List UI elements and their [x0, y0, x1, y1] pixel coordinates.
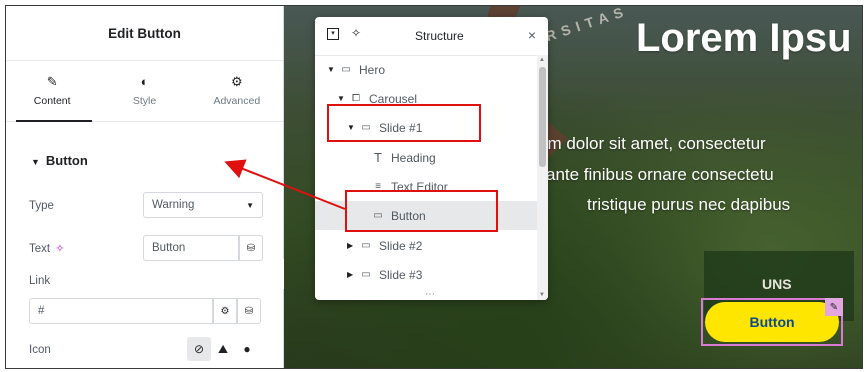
tab-content[interactable]: ✎ Content [6, 61, 98, 122]
dynamic-tags-button[interactable]: ⛁ [239, 235, 263, 261]
container-icon: ▭ [341, 64, 351, 75]
caret-down-icon[interactable]: ▼ [337, 94, 349, 103]
tab-content-label: Content [33, 95, 71, 107]
hero-button-selection[interactable]: Button ✎ [701, 298, 843, 346]
tab-advanced-label: Advanced [213, 95, 261, 107]
link-label: Link [29, 275, 51, 287]
sparkle-icon[interactable]: ✧ [351, 26, 361, 40]
type-label: Type [29, 200, 54, 212]
hero-button[interactable]: Button [705, 302, 839, 342]
pencil-icon: ✎ [46, 74, 58, 89]
tree-item-label: Hero [359, 62, 386, 77]
text-label-text: Text [29, 243, 51, 255]
no-icon-option[interactable]: ⊘ [187, 337, 211, 361]
tab-style[interactable]: ◐ Style [98, 61, 190, 121]
tree-item-label: Heading [391, 150, 436, 165]
screenshot-frame: Edit Button ✎ Content ◐ Style ⚙ Advanced… [5, 5, 863, 369]
tree-item-label: Slide #3 [379, 267, 423, 282]
hero-text-line-2[interactable]: ante finibus ornare consectetu [546, 165, 774, 185]
tree-item-label: Slide #2 [379, 238, 423, 253]
edit-pencil-icon[interactable]: ✎ [825, 298, 843, 316]
structure-title: Structure [415, 29, 464, 43]
icon-label: Icon [29, 344, 51, 356]
highlight-button-item [345, 190, 498, 232]
tab-advanced[interactable]: ⚙ Advanced [191, 61, 283, 121]
gear-icon: ⚙ [220, 305, 230, 317]
link-input[interactable]: # [29, 298, 213, 324]
link-dynamic-tags-button[interactable]: ⛁ [237, 298, 261, 324]
structure-scrollbar[interactable]: ▲ ▼ [537, 55, 548, 300]
text-label: Text ✧ [29, 242, 65, 255]
scroll-up-icon[interactable]: ▲ [539, 57, 545, 63]
tree-item-heading[interactable]: T Heading [315, 143, 548, 172]
tab-style-label: Style [132, 95, 157, 107]
chevron-down-icon: ▼ [246, 201, 254, 210]
carousel-icon: ⧠ [352, 93, 360, 104]
structure-header: ▾ ✧ Structure × [315, 17, 548, 56]
icon-choices: ⊘ ⛰ ● [187, 337, 259, 361]
close-icon[interactable]: × [528, 27, 536, 43]
section-title: Button [45, 153, 88, 168]
database-icon: ⛁ [246, 242, 256, 254]
editor-panel: Edit Button ✎ Content ◐ Style ⚙ Advanced… [6, 6, 284, 368]
caret-down-icon[interactable]: ▼ [327, 65, 339, 74]
container-icon: ▭ [361, 269, 371, 280]
link-options-button[interactable]: ⚙ [213, 298, 237, 324]
caret-right-icon[interactable]: ▶ [347, 241, 359, 250]
scroll-thumb[interactable] [539, 67, 546, 167]
campus-sign-text: UNS [762, 276, 792, 292]
scroll-down-icon[interactable]: ▼ [539, 292, 545, 298]
caret-right-icon[interactable]: ▶ [347, 270, 359, 279]
section-toggle[interactable]: ▼ Button [31, 153, 88, 168]
hero-text-line-3[interactable]: tristique purus nec dapibus [587, 195, 790, 215]
heading-icon: T [374, 150, 382, 165]
hero-text-line-1[interactable]: um dolor sit amet, consectetur [538, 134, 766, 154]
database-icon: ⛁ [244, 305, 254, 317]
type-select-value: Warning [152, 199, 195, 211]
circle-icon-option[interactable]: ● [235, 337, 259, 361]
contrast-icon: ◐ [140, 74, 149, 89]
ai-sparkle-icon[interactable]: ✧ [55, 243, 64, 255]
gear-icon: ⚙ [230, 74, 243, 89]
text-input[interactable]: Button [143, 235, 239, 261]
upload-icon-option[interactable]: ⛰ [211, 337, 235, 361]
tree-item-slide-3[interactable]: ▶ ▭ Slide #3 [315, 260, 548, 289]
container-icon: ▭ [361, 240, 371, 251]
caret-down-icon: ▼ [31, 157, 40, 167]
collapse-all-icon[interactable]: ▾ [327, 28, 339, 40]
hero-heading[interactable]: Lorem Ipsu [636, 16, 852, 61]
resize-handle[interactable]: ⋯ [425, 289, 436, 300]
tree-item-slide-2[interactable]: ▶ ▭ Slide #2 [315, 231, 548, 260]
panel-tabs: ✎ Content ◐ Style ⚙ Advanced [6, 61, 283, 122]
structure-panel: ▾ ✧ Structure × ▼ ▭ Hero ▼ ⧠ Carousel ▼ ▭ Slid… [315, 17, 548, 300]
type-select[interactable]: Warning ▼ [143, 192, 263, 218]
panel-title: Edit Button [6, 6, 283, 61]
highlight-slide-1 [327, 104, 481, 142]
tree-item-hero[interactable]: ▼ ▭ Hero [315, 55, 548, 84]
